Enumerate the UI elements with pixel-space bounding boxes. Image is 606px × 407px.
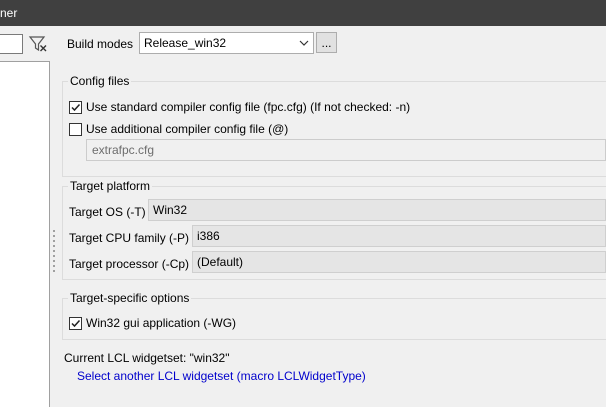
- target-cpu-value: i386: [197, 229, 220, 243]
- target-os-label: Target OS (-T): [69, 205, 146, 219]
- config-files-title: Config files: [68, 74, 132, 88]
- build-modes-label: Build modes: [67, 37, 134, 51]
- use-additional-config-checkbox[interactable]: [69, 123, 82, 136]
- win32-gui-checkbox[interactable]: [69, 317, 82, 330]
- build-modes-more-button[interactable]: ...: [316, 32, 337, 53]
- target-cpu-label: Target CPU family (-P): [69, 231, 190, 245]
- checkmark-icon: [71, 319, 81, 328]
- target-processor-select[interactable]: (Default): [192, 251, 606, 273]
- clear-filter-button[interactable]: [27, 34, 49, 54]
- filter-clear-icon: [28, 36, 47, 52]
- build-modes-value: Release_win32: [144, 36, 227, 50]
- target-processor-value: (Default): [197, 255, 244, 269]
- tree-filter-input[interactable]: [0, 34, 23, 54]
- window-title: ner: [0, 6, 18, 20]
- checkmark-icon: [71, 103, 81, 112]
- target-os-value: Win32: [153, 203, 188, 217]
- use-standard-config-checkbox[interactable]: [69, 101, 82, 114]
- options-tree-pane: [0, 26, 52, 407]
- chevron-down-icon: [299, 40, 309, 46]
- target-os-select[interactable]: Win32: [148, 199, 606, 221]
- target-specific-title: Target-specific options: [68, 291, 192, 305]
- options-tree[interactable]: [0, 61, 50, 407]
- additional-config-file-field[interactable]: [86, 139, 606, 161]
- current-lcl-widgetset-label: Current LCL widgetset: "win32": [64, 351, 230, 365]
- window-titlebar: ner: [0, 0, 606, 26]
- select-lcl-widgetset-link[interactable]: Select another LCL widgetset (macro LCLW…: [77, 369, 366, 383]
- target-platform-title: Target platform: [68, 179, 153, 193]
- pane-splitter-handle[interactable]: [53, 230, 56, 276]
- use-standard-config-label[interactable]: Use standard compiler config file (fpc.c…: [86, 100, 410, 114]
- target-processor-label: Target processor (-Cp): [69, 257, 190, 271]
- build-modes-select[interactable]: Release_win32: [139, 32, 314, 54]
- target-cpu-select[interactable]: i386: [192, 225, 606, 247]
- win32-gui-label[interactable]: Win32 gui application (-WG): [86, 316, 236, 330]
- use-additional-config-label[interactable]: Use additional compiler config file (@): [86, 122, 288, 136]
